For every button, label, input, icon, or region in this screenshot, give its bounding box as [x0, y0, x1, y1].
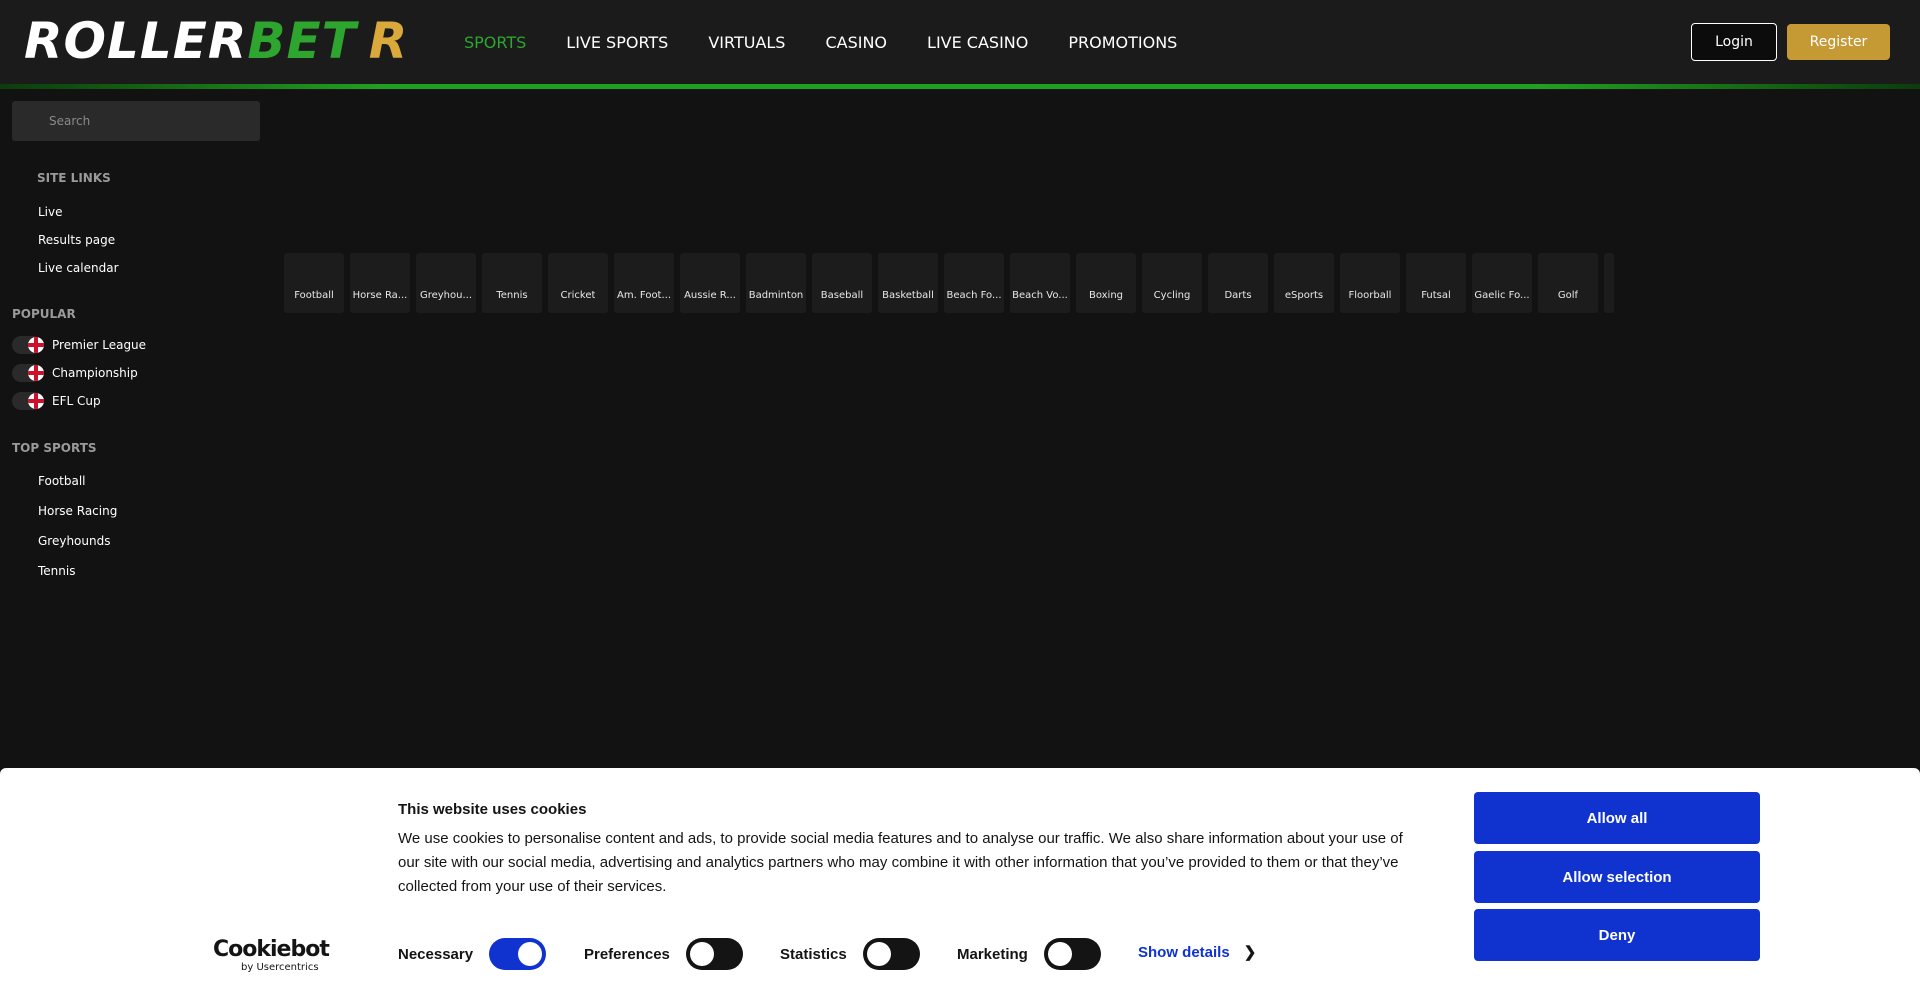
- consent-statistics: Statistics: [780, 938, 920, 970]
- cookie-description: We use cookies to personalise content an…: [398, 830, 1403, 895]
- sidebar: SITE LINKS Live Results page Live calend…: [0, 89, 270, 769]
- popular-heading: POPULAR: [12, 307, 76, 321]
- nav-live-sports[interactable]: LIVE SPORTS: [566, 33, 668, 52]
- sport-tile-partial[interactable]: [1604, 253, 1614, 313]
- popular-item[interactable]: Championship: [12, 364, 138, 382]
- popular-item[interactable]: EFL Cup: [12, 392, 101, 410]
- sport-tile[interactable]: Gaelic Fo...: [1472, 253, 1532, 313]
- top-bar: ROLLERBET R SPORTS LIVE SPORTS VIRTUALS C…: [0, 0, 1920, 84]
- sidebar-sport-tennis[interactable]: Tennis: [38, 564, 75, 578]
- sport-tile[interactable]: Tennis: [482, 253, 542, 313]
- allow-all-button[interactable]: Allow all: [1474, 792, 1760, 844]
- england-flag-icon: [28, 365, 44, 381]
- sports-carousel: Football Horse Ra... Greyhou... Tennis C…: [284, 253, 1614, 313]
- sport-tile[interactable]: Badminton: [746, 253, 806, 313]
- chevron-right-icon: ❯: [1243, 944, 1257, 961]
- consent-preferences: Preferences: [584, 938, 743, 970]
- sport-tile[interactable]: Futsal: [1406, 253, 1466, 313]
- england-flag-icon: [28, 393, 44, 409]
- sidebar-sport-greyhounds[interactable]: Greyhounds: [38, 534, 110, 548]
- sport-tile[interactable]: Horse Ra...: [350, 253, 410, 313]
- nav-sports[interactable]: SPORTS: [464, 33, 526, 52]
- necessary-toggle[interactable]: [489, 938, 547, 970]
- allow-selection-button[interactable]: Allow selection: [1474, 851, 1760, 903]
- sport-tile[interactable]: Floorball: [1340, 253, 1400, 313]
- show-details-link[interactable]: Show details ❯: [1138, 943, 1257, 962]
- sport-tile[interactable]: Boxing: [1076, 253, 1136, 313]
- nav-promotions[interactable]: PROMOTIONS: [1068, 33, 1177, 52]
- sport-tile[interactable]: eSports: [1274, 253, 1334, 313]
- sport-tile[interactable]: Darts: [1208, 253, 1268, 313]
- england-flag-icon: [28, 337, 44, 353]
- main-nav: SPORTS LIVE SPORTS VIRTUALS CASINO LIVE …: [464, 33, 1217, 52]
- sport-tile[interactable]: Greyhou...: [416, 253, 476, 313]
- preferences-toggle[interactable]: [685, 938, 743, 970]
- sport-tile[interactable]: Cricket: [548, 253, 608, 313]
- sport-tile[interactable]: Am. Foot...: [614, 253, 674, 313]
- sport-tile[interactable]: Beach Fo...: [944, 253, 1004, 313]
- marketing-toggle[interactable]: [1043, 938, 1101, 970]
- nav-virtuals[interactable]: VIRTUALS: [708, 33, 785, 52]
- sidebar-link-results[interactable]: Results page: [38, 233, 115, 247]
- statistics-toggle[interactable]: [862, 938, 920, 970]
- popular-item[interactable]: Premier League: [12, 336, 146, 354]
- sidebar-link-live[interactable]: Live: [38, 205, 63, 219]
- consent-marketing: Marketing: [957, 938, 1101, 970]
- login-button[interactable]: Login: [1691, 23, 1777, 61]
- consent-necessary: Necessary: [398, 938, 547, 970]
- cookie-banner: Cookiebot by Usercentrics This website u…: [0, 768, 1920, 993]
- site-logo[interactable]: ROLLERBET R: [24, 14, 408, 68]
- deny-button[interactable]: Deny: [1474, 909, 1760, 961]
- sport-tile[interactable]: Football: [284, 253, 344, 313]
- sidebar-sport-football[interactable]: Football: [38, 474, 86, 488]
- search-input[interactable]: [12, 101, 260, 141]
- cookie-title: This website uses cookies: [398, 801, 587, 818]
- header-divider: [0, 84, 1920, 89]
- sport-tile[interactable]: Beach Vo...: [1010, 253, 1070, 313]
- nav-live-casino[interactable]: LIVE CASINO: [927, 33, 1028, 52]
- sport-tile[interactable]: Cycling: [1142, 253, 1202, 313]
- sidebar-link-live-calendar[interactable]: Live calendar: [38, 261, 119, 275]
- sidebar-sport-horse-racing[interactable]: Horse Racing: [38, 504, 117, 518]
- sport-tile[interactable]: Golf: [1538, 253, 1598, 313]
- sport-tile[interactable]: Aussie R...: [680, 253, 740, 313]
- top-sports-heading: TOP SPORTS: [12, 441, 97, 455]
- sport-tile[interactable]: Basketball: [878, 253, 938, 313]
- register-button[interactable]: Register: [1787, 24, 1890, 60]
- site-links-heading: SITE LINKS: [37, 171, 111, 185]
- sport-tile[interactable]: Baseball: [812, 253, 872, 313]
- cookiebot-logo: Cookiebot by Usercentrics: [213, 937, 330, 974]
- nav-casino[interactable]: CASINO: [825, 33, 887, 52]
